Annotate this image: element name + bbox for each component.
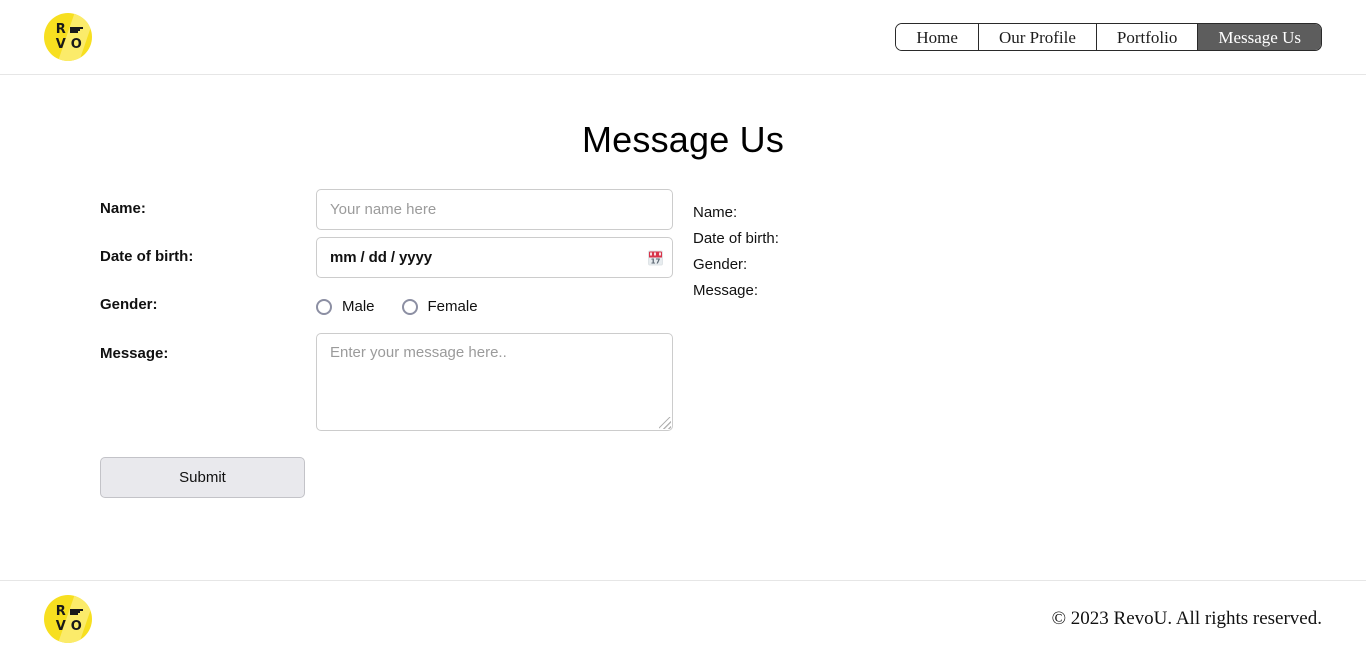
gender-radio-group: Male Female [316,285,673,326]
radio-circle-male-icon[interactable] [316,298,332,315]
copyright-text: © 2023 RevoU. All rights reserved. [1051,608,1322,629]
submission-summary: Name: Date of birth: Gender: Message: [693,189,779,304]
footer-logo[interactable]: R V O [44,595,92,643]
radio-label-male: Male [342,298,375,315]
logo-letters: R V O [44,13,92,61]
form-row-name: Name: [100,189,673,230]
header-logo[interactable]: R V O [44,13,92,61]
footer-logo-letter-v: V [55,619,66,634]
summary-date-of-birth: Date of birth: [693,230,779,247]
label-date-of-birth: Date of birth: [100,248,194,265]
page-title: Message Us [581,119,785,160]
logo-letter-r: R [55,22,66,37]
message-form: Name: Date of birth: mm / dd / yyyy 17 [100,189,673,498]
label-message: Message: [100,345,169,362]
radio-label-female: Female [427,298,478,315]
message-placeholder-text: Enter your message here.. [330,344,507,361]
field-cell-name [316,189,673,230]
form-row-submit: Submit [100,457,673,498]
name-input[interactable] [316,189,673,230]
textarea-resize-handle[interactable] [659,417,671,429]
nav-item-portfolio[interactable]: Portfolio [1096,24,1199,50]
message-textarea[interactable]: Enter your message here.. [316,333,673,431]
date-of-birth-input[interactable]: mm / dd / yyyy [316,237,673,278]
date-placeholder-text: mm / dd / yyyy [330,249,432,266]
site-header: R V O Home Our Profile Portfolio Message… [0,0,1366,75]
main-content: Message Us Name: Date of birth: mm / dd … [0,75,1366,580]
label-name: Name: [100,200,146,217]
main-navigation: Home Our Profile Portfolio Message Us [895,23,1322,51]
summary-name: Name: [693,204,738,221]
form-row-message: Message: Enter your message here.. [100,333,673,431]
submit-button[interactable]: Submit [100,457,305,498]
radio-option-male[interactable]: Male [316,298,375,315]
label-gender: Gender: [100,296,158,313]
radio-circle-female-icon[interactable] [401,298,418,315]
logo-letter-e-icon [69,26,83,33]
calendar-icon[interactable]: 17 [648,250,663,265]
nav-item-home[interactable]: Home [896,24,979,50]
radio-option-female[interactable]: Female [401,298,478,315]
calendar-icon-header [649,251,662,257]
footer-logo-letters: R V O [44,595,92,643]
logo-letter-v: V [55,37,66,52]
site-footer: R V O © 2023 RevoU. All rights reserved. [0,580,1366,657]
calendar-icon-day: 17 [650,257,661,265]
footer-logo-letter-o: O [70,619,82,634]
field-cell-message: Enter your message here.. [316,333,673,431]
logo-letter-o: O [70,37,82,52]
nav-item-message-us[interactable]: Message Us [1198,24,1321,50]
summary-gender: Gender: [693,256,748,273]
footer-logo-letter-e-icon [69,608,83,615]
form-row-dob: Date of birth: mm / dd / yyyy 17 [100,237,673,278]
nav-item-our-profile[interactable]: Our Profile [978,24,1097,50]
footer-logo-letter-r: R [55,604,66,619]
field-cell-gender: Male Female [316,285,673,326]
form-row-gender: Gender: Male Female [100,285,673,326]
field-cell-dob: mm / dd / yyyy 17 [316,237,673,278]
summary-message: Message: [693,282,759,299]
content-row: Name: Date of birth: mm / dd / yyyy 17 [0,189,1366,498]
date-input-wrapper: mm / dd / yyyy 17 [316,237,673,278]
